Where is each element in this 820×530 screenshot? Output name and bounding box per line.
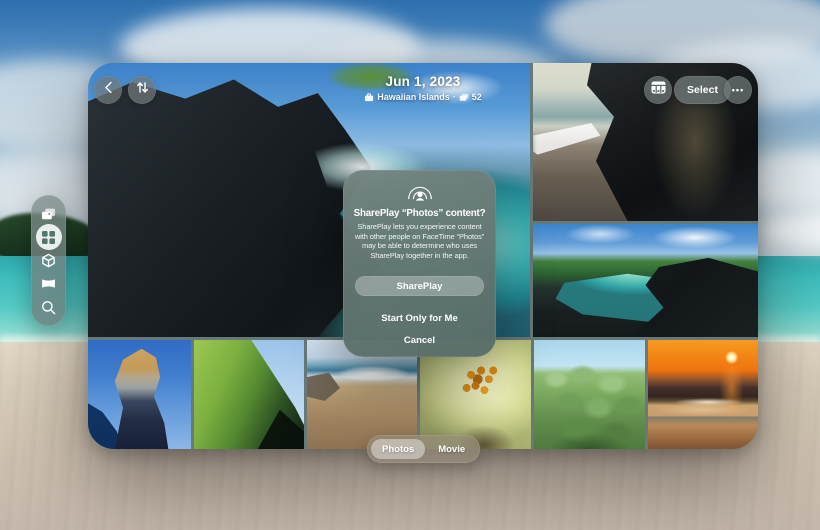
panorama-icon [41, 276, 56, 291]
grid-view-button[interactable] [644, 76, 672, 104]
photos-tab-bar [31, 195, 66, 326]
sort-arrows-icon [136, 81, 149, 99]
select-button-label: Select [687, 84, 718, 96]
photo-thumbnail-sunset-beach[interactable] [648, 340, 758, 449]
dialog-body-text: SharePlay lets you experience content wi… [350, 222, 489, 260]
search-icon [41, 300, 56, 315]
sidebar-item-panoramas[interactable] [36, 274, 62, 294]
start-only-for-me-button[interactable]: Start Only for Me [343, 313, 496, 324]
sidebar-item-search[interactable] [36, 297, 62, 317]
photo-thumbnail-green-ridge[interactable] [194, 340, 304, 449]
sidebar-item-albums[interactable] [36, 227, 62, 247]
select-button[interactable]: Select [674, 76, 731, 104]
photo-thumbnail-black-sand-cove[interactable] [533, 224, 758, 337]
tab-photos[interactable]: Photos [371, 439, 425, 459]
grid-view-icon [651, 81, 666, 99]
albums-grid-icon [41, 230, 56, 245]
photo-thumbnail-cactus[interactable] [534, 340, 645, 449]
sidebar-item-photos[interactable] [36, 204, 62, 224]
memory-type-segmented-control: Photos Movie [367, 435, 480, 463]
cancel-button[interactable]: Cancel [343, 335, 496, 346]
shareplay-confirm-button[interactable]: SharePlay [355, 276, 484, 296]
back-chevron-icon [104, 81, 113, 99]
more-options-button[interactable]: ••• [724, 76, 752, 104]
shareplay-icon [343, 181, 496, 202]
sidebar-item-spatial[interactable] [36, 251, 62, 271]
visionos-photos-screen: Jun 1, 2023 Hawaiian Islands · 52 [0, 0, 820, 530]
shareplay-dialog: SharePlay “Photos” content? SharePlay le… [343, 170, 496, 357]
photos-stack-icon [41, 207, 56, 222]
cube-icon [41, 253, 56, 268]
more-ellipsis-icon: ••• [732, 85, 744, 95]
dialog-title: SharePlay “Photos” content? [347, 208, 492, 219]
photo-thumbnail-woman-overlook[interactable] [88, 340, 191, 449]
sort-button[interactable] [128, 76, 156, 104]
shareplay-confirm-label: SharePlay [397, 281, 443, 292]
tab-movie[interactable]: Movie [427, 439, 476, 459]
back-button[interactable] [94, 76, 122, 104]
